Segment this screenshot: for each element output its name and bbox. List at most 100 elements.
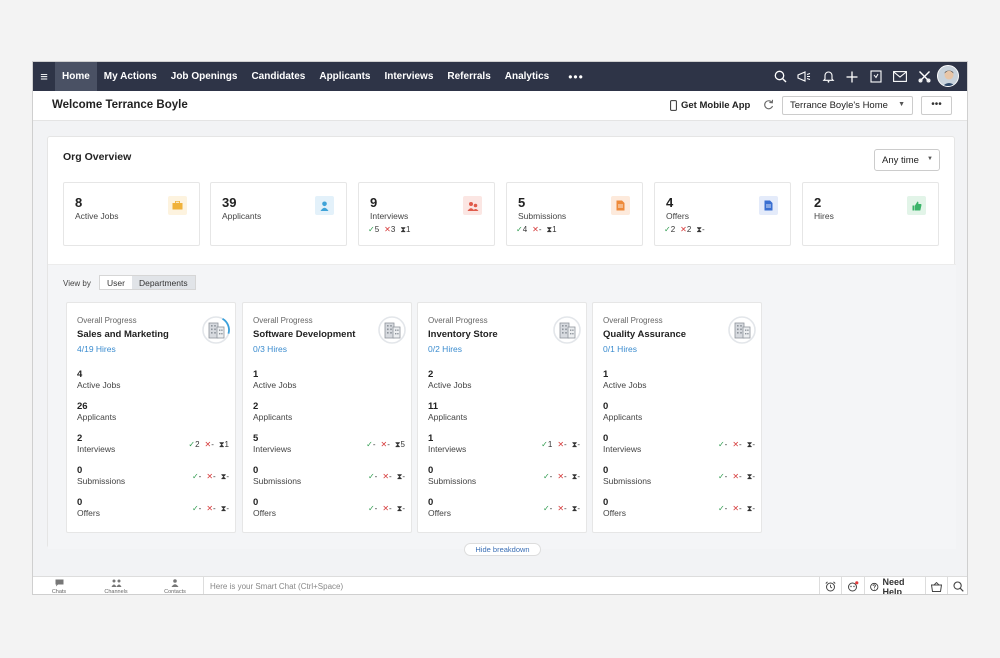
user-avatar[interactable]: [937, 65, 959, 87]
metric-label: Active Jobs: [77, 380, 121, 390]
overall-progress-label: Overall Progress: [428, 316, 488, 325]
department-metric: 0 Submissions ✓- ✕- ⧗-: [77, 465, 229, 489]
stat-label: Applicants: [222, 211, 262, 221]
nav-home[interactable]: Home: [55, 62, 97, 91]
timeframe-select[interactable]: Any time ▼: [874, 149, 940, 171]
stat-submissions[interactable]: 5 Submissions ✓4 ✕- ⧗1: [506, 182, 643, 246]
department-card-sales-and-marketing[interactable]: Overall Progress Sales and Marketing 4/19 …: [66, 302, 236, 533]
stat-breakdown: ✓4 ✕- ⧗1: [516, 225, 557, 234]
department-card-quality-assurance[interactable]: Overall Progress Quality Assurance 0/1 Hir…: [592, 302, 762, 533]
cross-icon: ✕: [532, 225, 539, 234]
department-metric: 0 Offers ✓- ✕- ⧗-: [253, 497, 405, 521]
department-hires-link[interactable]: 0/2 Hires: [428, 344, 462, 354]
view-by-toggle: User Departments: [99, 275, 196, 290]
department-metric: 0 Offers ✓- ✕- ⧗-: [77, 497, 229, 521]
footer-bar: Chats Channels Contacts Here is your Sma…: [33, 576, 967, 595]
home-view-value: Terrance Boyle's Home: [790, 100, 888, 111]
stat-offers[interactable]: 4 Offers ✓2 ✕2 ⧗-: [654, 182, 791, 246]
overall-progress-label: Overall Progress: [603, 316, 663, 325]
metric-value: 2: [253, 401, 259, 412]
stat-active-jobs[interactable]: 8 Active Jobs: [63, 182, 200, 246]
basket-icon[interactable]: [926, 577, 948, 594]
nav-candidates[interactable]: Candidates: [244, 62, 312, 91]
metric-label: Interviews: [77, 444, 116, 454]
metric-value: 0: [77, 465, 83, 476]
hide-breakdown-button[interactable]: Hide breakdown: [464, 543, 541, 556]
department-hires-link[interactable]: 0/3 Hires: [253, 344, 287, 354]
header-more-button[interactable]: •••: [921, 96, 952, 115]
metric-breakdown: ✓- ✕- ⧗-: [542, 472, 580, 481]
note-icon[interactable]: [869, 70, 883, 84]
help-icon: [870, 582, 879, 591]
stat-value: 39: [222, 195, 237, 210]
department-card-software-development[interactable]: Overall Progress Software Development 0/3 …: [242, 302, 412, 533]
metric-value: 1: [253, 369, 259, 380]
check-icon: ✓: [717, 504, 725, 513]
metric-label: Submissions: [253, 476, 302, 486]
department-metric: 0 Offers ✓- ✕- ⧗-: [428, 497, 580, 521]
mail-icon[interactable]: [893, 70, 907, 84]
check-icon: ✓: [191, 504, 199, 513]
stat-value: 5: [518, 195, 526, 210]
metric-label: Offers: [253, 508, 276, 518]
department-card-inventory-store[interactable]: Overall Progress Inventory Store 0/2 Hires…: [417, 302, 587, 533]
view-by-user[interactable]: User: [100, 276, 132, 289]
need-help-button[interactable]: Need Help: [865, 576, 926, 595]
org-overview-title: Org Overview: [63, 151, 132, 163]
view-by-label: View by: [63, 279, 91, 288]
metric-label: Submissions: [603, 476, 652, 486]
home-view-select[interactable]: Terrance Boyle's Home ▼: [782, 96, 913, 115]
department-hires-link[interactable]: 4/19 Hires: [77, 344, 116, 354]
metric-value: 0: [603, 465, 609, 476]
nav-interviews[interactable]: Interviews: [377, 62, 440, 91]
metric-breakdown: ✓- ✕- ⧗-: [542, 504, 580, 513]
metric-label: Offers: [603, 508, 626, 518]
stat-value: 9: [370, 195, 378, 210]
bell-icon[interactable]: [821, 70, 835, 84]
search-icon[interactable]: [773, 70, 787, 84]
megaphone-icon[interactable]: [797, 70, 811, 84]
stat-applicants[interactable]: 39 Applicants: [210, 182, 347, 246]
smart-chat-input[interactable]: Here is your Smart Chat (Ctrl+Space): [203, 577, 819, 594]
check-icon: ✓: [366, 440, 373, 449]
department-metric: 11 Applicants: [428, 401, 580, 425]
file-icon: [759, 196, 778, 215]
org-overview-card: Org Overview Any time ▼ 8 Active Jobs 39…: [47, 136, 956, 556]
get-mobile-app-label: Get Mobile App: [681, 100, 751, 111]
stat-breakdown: ✓2 ✕2 ⧗-: [664, 225, 705, 234]
metric-label: Active Jobs: [253, 380, 297, 390]
metric-label: Active Jobs: [428, 380, 472, 390]
stat-hires[interactable]: 2 Hires: [802, 182, 939, 246]
department-metric: 0 Applicants: [603, 401, 755, 425]
plus-icon[interactable]: [845, 70, 859, 84]
footer-tab-contacts[interactable]: Contacts: [155, 579, 195, 594]
menu-icon[interactable]: ≡: [33, 62, 55, 91]
nav-more-button[interactable]: •••: [556, 70, 596, 84]
metric-value: 0: [253, 465, 259, 476]
nav-analytics[interactable]: Analytics: [498, 62, 556, 91]
alarm-icon[interactable]: [820, 577, 842, 594]
view-by-departments[interactable]: Departments: [131, 276, 195, 289]
bot-icon[interactable]: [842, 577, 865, 594]
nav-referrals[interactable]: Referrals: [440, 62, 497, 91]
footer-tab-channels[interactable]: Channels: [96, 579, 136, 594]
need-help-label: Need Help: [882, 576, 905, 595]
check-icon: ✓: [368, 225, 375, 234]
nav-my-actions[interactable]: My Actions: [97, 62, 164, 91]
footer-tab-chats[interactable]: Chats: [39, 579, 79, 594]
metric-value: 2: [77, 433, 83, 444]
page-header: Welcome Terrance Boyle Get Mobile App Te…: [33, 91, 967, 121]
metric-breakdown: ✓- ✕- ⧗-: [367, 472, 405, 481]
tools-icon[interactable]: [917, 70, 931, 84]
nav-job-openings[interactable]: Job Openings: [164, 62, 245, 91]
stat-label: Submissions: [518, 211, 567, 221]
search-icon[interactable]: [948, 577, 967, 594]
department-hires-link[interactable]: 0/1 Hires: [603, 344, 637, 354]
get-mobile-app-link[interactable]: Get Mobile App: [670, 100, 750, 111]
nav-applicants[interactable]: Applicants: [312, 62, 377, 91]
department-metric: 0 Submissions ✓- ✕- ⧗-: [603, 465, 755, 489]
stat-interviews[interactable]: 9 Interviews ✓5 ✕3 ⧗1: [358, 182, 495, 246]
refresh-icon[interactable]: [763, 99, 774, 113]
metric-value: 0: [77, 497, 83, 508]
department-name: Sales and Marketing: [77, 329, 169, 340]
